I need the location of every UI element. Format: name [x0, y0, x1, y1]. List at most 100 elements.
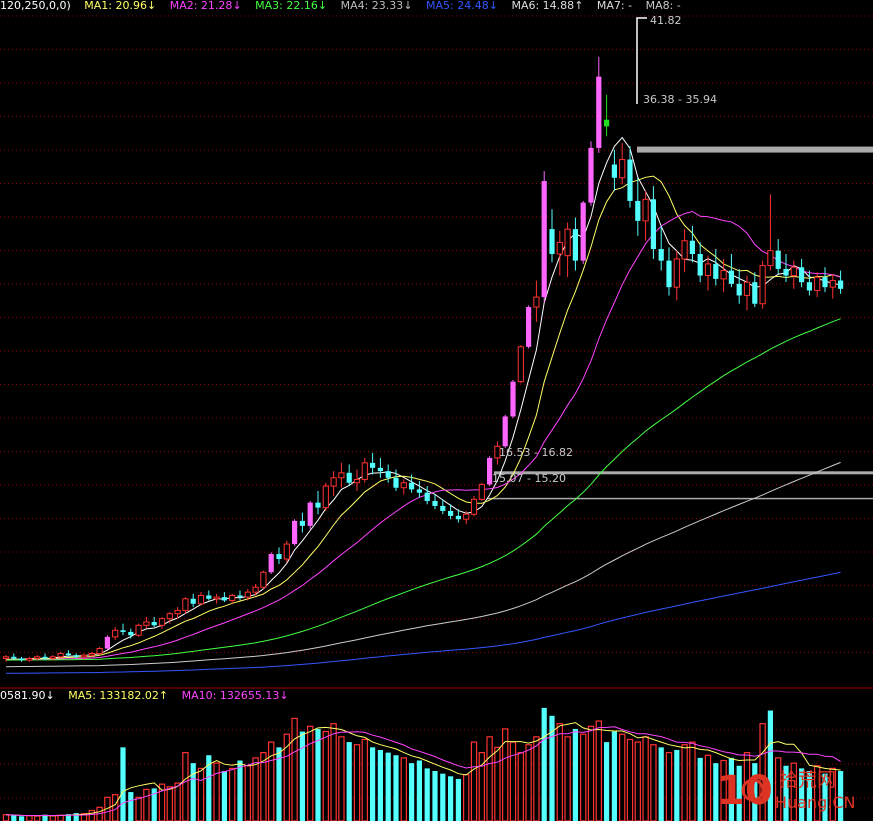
zone-top-label: 36.38 - 35.94 [643, 93, 717, 106]
volume-bar [174, 782, 181, 821]
volume-bar [385, 752, 391, 821]
ma-header: 120,250,0,0) MA1: 20.96↓ MA2: 21.28↓ MA3… [0, 0, 691, 12]
ma-params: 120,250,0,0) [0, 0, 71, 12]
ma8-label: MA8: - [645, 0, 681, 12]
candle-body [174, 609, 181, 615]
candle-body [580, 202, 586, 261]
volume-bar [338, 736, 345, 821]
logo-url: Huang.CN [775, 793, 856, 812]
candle-body [158, 618, 166, 626]
candle-body [517, 346, 524, 383]
candle-body [229, 594, 236, 601]
volume-bar [299, 731, 305, 821]
candle-body [650, 199, 656, 250]
candle-body [510, 381, 516, 417]
volume-bar [221, 771, 227, 821]
volume-bar [432, 771, 438, 821]
candle-body [838, 280, 844, 289]
candle-body [783, 268, 789, 276]
zone-line [637, 146, 873, 153]
candle-body [252, 586, 259, 593]
candle-body [799, 267, 805, 283]
volume-bar [525, 744, 532, 821]
volume-bar [88, 809, 95, 821]
candle-body [806, 282, 812, 291]
volume-bar [361, 738, 369, 821]
candle-body [759, 265, 766, 305]
volume-bar [533, 736, 540, 821]
volume-bar [689, 741, 696, 821]
candle-body [440, 505, 446, 511]
candle-body [260, 571, 267, 588]
candle-body [307, 502, 313, 526]
candle-body [767, 250, 774, 267]
candle-body [541, 181, 547, 298]
candle-body [822, 277, 828, 288]
candle-body [96, 648, 103, 654]
candle-body [596, 76, 602, 148]
candle-body [104, 636, 110, 649]
candle-body [112, 629, 119, 638]
candle-body [666, 260, 672, 288]
volume-bar [658, 747, 664, 821]
candle-body [713, 263, 719, 279]
candle-body [34, 656, 41, 659]
ma5-label: MA5: 24.48↓ [426, 0, 498, 12]
candle-body [619, 159, 626, 179]
candle-body [689, 240, 695, 255]
zone-mid-label: 16.53 - 16.82 [499, 446, 573, 459]
candle-body [377, 467, 383, 472]
candle-body [385, 471, 391, 478]
volume-bar [307, 725, 314, 821]
candle-body [190, 598, 196, 604]
volume-bar [19, 816, 25, 821]
volume-bar [509, 741, 517, 821]
ma-line-1 [5, 136, 841, 660]
candle-body [26, 657, 33, 661]
volume-bar [322, 730, 330, 821]
candle-body [627, 159, 633, 201]
candle-body [221, 597, 227, 601]
volume-bar [681, 744, 688, 821]
candle-body [416, 489, 422, 493]
volume-bar [291, 717, 298, 821]
ma4-label: MA4: 23.33↓ [340, 0, 413, 12]
candle-body [49, 656, 56, 659]
ma3-label: MA3: 22.16↓ [255, 0, 328, 12]
high-price-label: 41.82 [650, 14, 682, 27]
candle-body [393, 477, 399, 488]
candle-body [455, 515, 461, 520]
volume-bar [665, 752, 673, 821]
volume-bar [626, 738, 634, 821]
candle-body [206, 595, 212, 599]
volume-bar [330, 723, 337, 821]
volume-bar [182, 752, 189, 821]
volume-header: 0581.90↓ MA5: 133182.02↑ MA10: 132655.13… [0, 690, 299, 701]
candle-body [2, 656, 10, 659]
volume-bar [57, 814, 64, 821]
candle-body [353, 478, 361, 484]
volume-bar [463, 774, 470, 821]
candle-body [752, 282, 758, 304]
candle-body [244, 591, 251, 598]
volume-bar [353, 744, 361, 821]
zone-line [487, 497, 873, 500]
volume-bar [416, 760, 422, 821]
logo-cn: 拾荒网 [779, 769, 836, 791]
ma1-label: MA1: 20.96↓ [84, 0, 157, 12]
volume-bar [120, 747, 126, 821]
volume-bar [579, 733, 587, 821]
volume-bar [604, 742, 610, 821]
candle-body [283, 543, 290, 560]
volume-bar [166, 786, 173, 821]
volume-bar [252, 757, 259, 821]
volume-bar [424, 768, 430, 821]
candle-body [42, 656, 48, 659]
candle-body [424, 492, 430, 501]
candle-body [448, 510, 454, 516]
candle-body [556, 241, 563, 255]
candle-body [299, 520, 305, 526]
candle-body [237, 595, 243, 598]
volume-bar [190, 763, 196, 821]
candle-body [658, 249, 664, 261]
